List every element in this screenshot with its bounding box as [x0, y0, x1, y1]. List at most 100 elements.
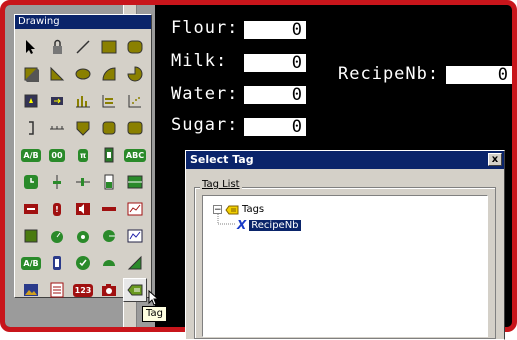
- tree-node-tags-label: Tags: [242, 204, 265, 215]
- tool-rounded-rectangle-button[interactable]: [123, 35, 147, 59]
- ellipse-icon: [75, 68, 91, 80]
- tool-horizontal-slider-button[interactable]: [71, 170, 95, 194]
- check-circle-icon: [76, 256, 90, 270]
- meter-icon: [77, 231, 89, 243]
- tool-trend-button[interactable]: [97, 89, 121, 113]
- tool-battery-button[interactable]: [45, 251, 69, 275]
- tool-arc-button[interactable]: [97, 62, 121, 86]
- select-tag-dialog: Select Tag x Tag List − Tags X RecipeNb: [185, 150, 505, 340]
- tool-rectangle-button[interactable]: [97, 35, 121, 59]
- recipe-nb-field[interactable]: 0: [446, 66, 512, 84]
- push-button-icon: [24, 94, 38, 108]
- grid-icon: [127, 175, 143, 189]
- line-chart-icon: [127, 229, 143, 243]
- tool-grid-button[interactable]: [123, 170, 147, 194]
- scatter-chart-icon: [128, 95, 141, 108]
- tool-text-button[interactable]: ABC: [123, 143, 147, 167]
- tool-text-label: ABC: [123, 148, 147, 162]
- tool-square-button[interactable]: [19, 224, 43, 248]
- tool-line-button[interactable]: [71, 35, 95, 59]
- tool-polygon-button[interactable]: [45, 62, 69, 86]
- level-icon: [104, 147, 114, 163]
- pie-icon: [127, 66, 143, 82]
- tree-node-recipenb-label: RecipeNb: [249, 219, 301, 231]
- tool-slider-button[interactable]: [45, 170, 69, 194]
- tool-text-label: A/B: [21, 148, 41, 162]
- tool-pointer-button[interactable]: [19, 35, 43, 59]
- tooltip: Tag: [142, 306, 167, 322]
- tool-3d-rectangle-button[interactable]: [19, 62, 43, 86]
- progress-icon: [102, 207, 116, 211]
- tool-image-button[interactable]: [19, 278, 43, 302]
- tool-pie-button[interactable]: [123, 62, 147, 86]
- tool-grid: A/B 00 π ABC! A/B 123: [19, 35, 149, 305]
- tool-text-button[interactable]: 00: [45, 143, 69, 167]
- sugar-label: Sugar:: [171, 115, 239, 135]
- tool-text-label: π: [77, 148, 89, 162]
- collapse-toggle[interactable]: −: [213, 205, 222, 215]
- tool-text-label: 00: [49, 148, 65, 162]
- tool-level-button[interactable]: [97, 143, 121, 167]
- tool-bracket-button[interactable]: [19, 116, 43, 140]
- arc-icon: [102, 67, 116, 81]
- tool-triangle-gauge-button[interactable]: [123, 251, 147, 275]
- tool-alarm-button[interactable]: [19, 197, 43, 221]
- alarm-icon: [24, 204, 38, 214]
- close-button[interactable]: x: [488, 153, 502, 166]
- tool-bar-chart-button[interactable]: [71, 89, 95, 113]
- tool-camera-button[interactable]: [97, 278, 121, 302]
- tool-gauge-button[interactable]: [45, 224, 69, 248]
- tool-scatter-chart-button[interactable]: [123, 89, 147, 113]
- rounded-rectangle-icon: [127, 40, 143, 54]
- flour-field[interactable]: 0: [244, 21, 306, 39]
- tool-ellipse-button[interactable]: [71, 62, 95, 86]
- tool-line-chart-button[interactable]: [123, 224, 147, 248]
- tool-chart-window-button[interactable]: [123, 197, 147, 221]
- tool-text-button[interactable]: !: [45, 197, 69, 221]
- tank-icon: [104, 174, 114, 190]
- scale-icon: [50, 126, 64, 130]
- tool-scale-button[interactable]: [45, 116, 69, 140]
- recipe-nb-label: RecipeNb:: [338, 64, 440, 84]
- gauge-icon: [51, 231, 63, 243]
- variable-icon: X: [237, 218, 247, 232]
- bracket-icon: [29, 121, 34, 135]
- tool-radial-button[interactable]: [97, 224, 121, 248]
- tool-check-circle-button[interactable]: [71, 251, 95, 275]
- tool-progress-button[interactable]: [97, 197, 121, 221]
- tool-document-button[interactable]: [45, 278, 69, 302]
- speaker-icon: [76, 203, 90, 215]
- tree-node-recipenb[interactable]: X RecipeNb: [237, 218, 301, 232]
- tool-push-button-button[interactable]: [19, 89, 43, 113]
- tool-meter-button[interactable]: [71, 224, 95, 248]
- clock-icon: [24, 175, 38, 189]
- 3d-rectangle-icon: [24, 67, 39, 82]
- tool-dial-button[interactable]: [97, 251, 121, 275]
- tool-lock-button[interactable]: [45, 35, 69, 59]
- water-field[interactable]: 0: [244, 86, 306, 104]
- pointer-icon: [26, 40, 35, 54]
- tool-bitmap-button-button[interactable]: [45, 89, 69, 113]
- tool-text-button[interactable]: A/B: [19, 251, 43, 275]
- tool-tag-button[interactable]: [123, 278, 147, 302]
- tool-square-button-button[interactable]: [97, 116, 121, 140]
- tool-speaker-button[interactable]: [71, 197, 95, 221]
- tool-abc-button-button[interactable]: [123, 116, 147, 140]
- tag-tree[interactable]: − Tags X RecipeNb: [202, 195, 488, 337]
- flour-label: Flour:: [171, 18, 239, 38]
- tag-icon: [127, 284, 143, 296]
- bar-chart-icon: [76, 96, 90, 108]
- rectangle-icon: [101, 40, 117, 54]
- tool-clock-button[interactable]: [19, 170, 43, 194]
- tool-text-button[interactable]: 123: [71, 278, 95, 302]
- tool-text-button[interactable]: π: [71, 143, 95, 167]
- tool-text-button[interactable]: A/B: [19, 143, 43, 167]
- tool-shield-button[interactable]: [71, 116, 95, 140]
- milk-label: Milk:: [171, 51, 228, 71]
- polygon-icon: [50, 66, 65, 81]
- tool-tank-button[interactable]: [97, 170, 121, 194]
- milk-field[interactable]: 0: [244, 54, 306, 72]
- sugar-field[interactable]: 0: [244, 118, 306, 136]
- radial-icon: [103, 230, 115, 242]
- document-icon: [50, 282, 64, 298]
